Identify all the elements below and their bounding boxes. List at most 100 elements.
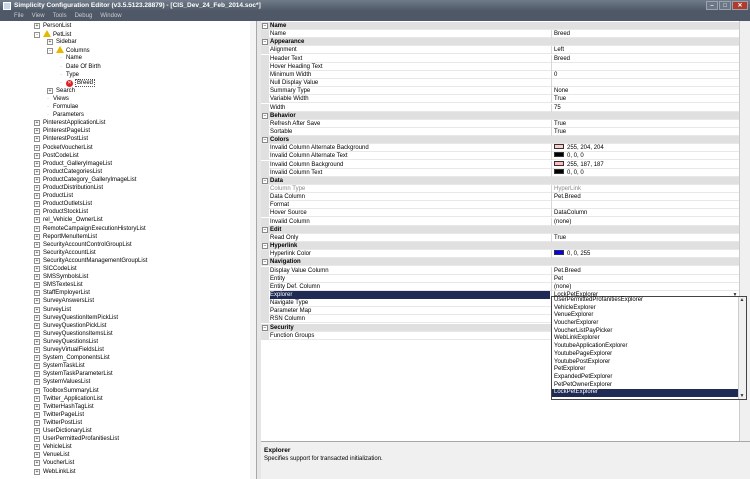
tree-node[interactable]: + PinterestApplicationList: [34, 119, 105, 127]
expand-icon[interactable]: +: [34, 347, 40, 353]
collapse-icon[interactable]: −: [262, 112, 268, 119]
tree-node[interactable]: + WebLinkList: [34, 468, 76, 476]
expand-icon[interactable]: +: [34, 266, 40, 272]
tree-node[interactable]: + PostCodeList: [34, 152, 79, 160]
tree-node[interactable]: + Sidebar: [47, 38, 77, 46]
tree-node[interactable]: + ProductCategory_GalleryImageList: [34, 176, 136, 184]
property-row[interactable]: Invalid Column (none): [261, 217, 739, 226]
property-value[interactable]: True: [551, 95, 739, 104]
dropdown-option[interactable]: WebLinkExplorer: [552, 335, 746, 343]
expand-icon[interactable]: +: [34, 338, 40, 345]
property-row[interactable]: Entity Def. Column (none): [261, 282, 739, 291]
property-category[interactable]: − Name: [261, 22, 739, 30]
expand-icon[interactable]: +: [34, 395, 40, 402]
tree-node[interactable]: + SurveyQuestionsList: [34, 338, 98, 346]
tree-node[interactable]: + SurveyVirtualFieldsList: [34, 346, 104, 354]
tree-node[interactable]: + SecurityAccountManagementGroupList: [34, 257, 147, 265]
tree-node[interactable]: + VehicleList: [34, 443, 72, 451]
property-category[interactable]: − Behavior: [261, 111, 739, 120]
dropdown-option[interactable]: VoucherExplorer: [552, 320, 746, 328]
tree-node[interactable]: + StaffEmployerList: [34, 289, 90, 297]
tree-node[interactable]: · Type: [60, 71, 79, 79]
collapse-icon[interactable]: −: [262, 23, 268, 29]
menu-item[interactable]: Window: [100, 12, 121, 21]
dropdown-option[interactable]: YoutubeApplicationExplorer: [552, 343, 746, 351]
tree-node[interactable]: · Formulae: [47, 103, 78, 111]
dropdown-scrollbar[interactable]: ▲ ▼: [738, 297, 746, 399]
expand-icon[interactable]: +: [34, 363, 40, 370]
property-category[interactable]: − Hyperlink: [261, 242, 739, 251]
collapse-icon[interactable]: −: [262, 39, 268, 46]
tree-node[interactable]: + TwitterPostList: [34, 419, 82, 427]
tree-node[interactable]: + ProductStockList: [34, 208, 88, 216]
tree-node[interactable]: + SystemTaskParameterList: [34, 370, 113, 378]
property-row[interactable]: Summary Type None: [261, 87, 739, 96]
expand-icon[interactable]: +: [34, 144, 40, 151]
tree-node[interactable]: · Date Of Birth: [60, 63, 101, 71]
property-value[interactable]: HyperLink: [551, 185, 739, 193]
tree-node[interactable]: + SurveyList: [34, 306, 71, 314]
menu-item[interactable]: Tools: [53, 12, 67, 21]
tree-node[interactable]: + ToolboxSummaryList: [34, 387, 99, 395]
scroll-up-icon[interactable]: ▲: [739, 297, 745, 303]
expand-icon[interactable]: +: [47, 39, 53, 46]
collapse-icon[interactable]: −: [262, 324, 268, 331]
tree-node[interactable]: · ✕ Breed: [60, 78, 96, 87]
property-row[interactable]: Hover Heading Text: [261, 62, 739, 71]
tree-node[interactable]: - PetList: [34, 30, 71, 39]
expand-icon[interactable]: +: [34, 249, 40, 256]
tree-node[interactable]: · Name: [60, 54, 82, 62]
property-row[interactable]: Data Column Pet.Breed: [261, 193, 739, 202]
tree-node[interactable]: + SurveyAnswersList: [34, 297, 94, 305]
expand-icon[interactable]: +: [34, 371, 40, 378]
property-value[interactable]: [551, 62, 739, 71]
property-row[interactable]: Width 75: [261, 103, 739, 112]
expand-icon[interactable]: +: [34, 460, 40, 467]
expand-icon[interactable]: +: [34, 290, 40, 297]
dropdown-option[interactable]: LockPetExplorer: [552, 389, 746, 397]
property-value[interactable]: Pet: [551, 274, 739, 283]
property-value[interactable]: Left: [551, 46, 739, 55]
property-value[interactable]: Pet.Breed: [551, 193, 739, 202]
dropdown-option[interactable]: ExpandedPetExplorer: [552, 374, 746, 382]
expand-icon[interactable]: +: [34, 176, 40, 183]
expand-icon[interactable]: +: [34, 419, 40, 426]
tree-node[interactable]: + SystemTaskList: [34, 362, 85, 370]
property-value[interactable]: Pet.Breed: [551, 266, 739, 275]
tree-node[interactable]: + System_ComponentsList: [34, 354, 110, 362]
tree-node[interactable]: + ReportMenuItemList: [34, 233, 97, 241]
tree-node[interactable]: + SecurityAccountList: [34, 249, 96, 257]
expand-icon[interactable]: +: [34, 436, 40, 443]
tree-node[interactable]: + PinterestPostList: [34, 135, 88, 143]
property-row[interactable]: Read Only True: [261, 233, 739, 242]
dropdown-option[interactable]: VoucherListPayPicker: [552, 328, 746, 336]
expand-icon[interactable]: +: [34, 185, 40, 191]
collapse-icon[interactable]: −: [262, 137, 268, 144]
tree-node[interactable]: + rel_Vehicle_OwnerList: [34, 216, 103, 224]
property-value[interactable]: [551, 79, 739, 88]
property-row[interactable]: Entity Pet: [261, 274, 739, 283]
property-value[interactable]: 255, 204, 204: [551, 144, 739, 153]
dropdown-option[interactable]: VenueExplorer: [552, 312, 746, 320]
tree-node[interactable]: + TwitterHashTagList: [34, 403, 94, 411]
tree-node[interactable]: + UserDictionaryList: [34, 427, 92, 435]
tree-node[interactable]: + SecurityAccountControlGroupList: [34, 241, 132, 249]
tree-node[interactable]: + VoucherList: [34, 459, 74, 467]
collapse-icon[interactable]: −: [262, 177, 268, 184]
property-value[interactable]: 75: [551, 103, 739, 112]
property-category[interactable]: − Data: [261, 176, 739, 185]
property-value[interactable]: (none): [551, 282, 739, 291]
property-category[interactable]: − Navigation: [261, 258, 739, 267]
property-row[interactable]: Null Display Value: [261, 79, 739, 88]
collapse-icon[interactable]: -: [47, 48, 53, 55]
expand-icon[interactable]: +: [34, 193, 40, 200]
property-row[interactable]: Header Text Breed: [261, 54, 739, 63]
collapse-icon[interactable]: −: [262, 243, 268, 250]
tree-node[interactable]: + SurveyQuestionItemPickList: [34, 314, 118, 322]
explorer-dropdown-list[interactable]: ▲ ▼ UserPermittedProfanitiesExplorer Vehi…: [551, 296, 747, 400]
menu-item[interactable]: File: [14, 12, 24, 21]
property-row[interactable]: Invalid Column Text 0, 0, 0: [261, 168, 739, 177]
property-row[interactable]: Invalid Column Alternate Text 0, 0, 0: [261, 152, 739, 161]
tree-node[interactable]: · Views: [47, 95, 69, 103]
dropdown-option[interactable]: PetPetOwnerExplorer: [552, 382, 746, 390]
